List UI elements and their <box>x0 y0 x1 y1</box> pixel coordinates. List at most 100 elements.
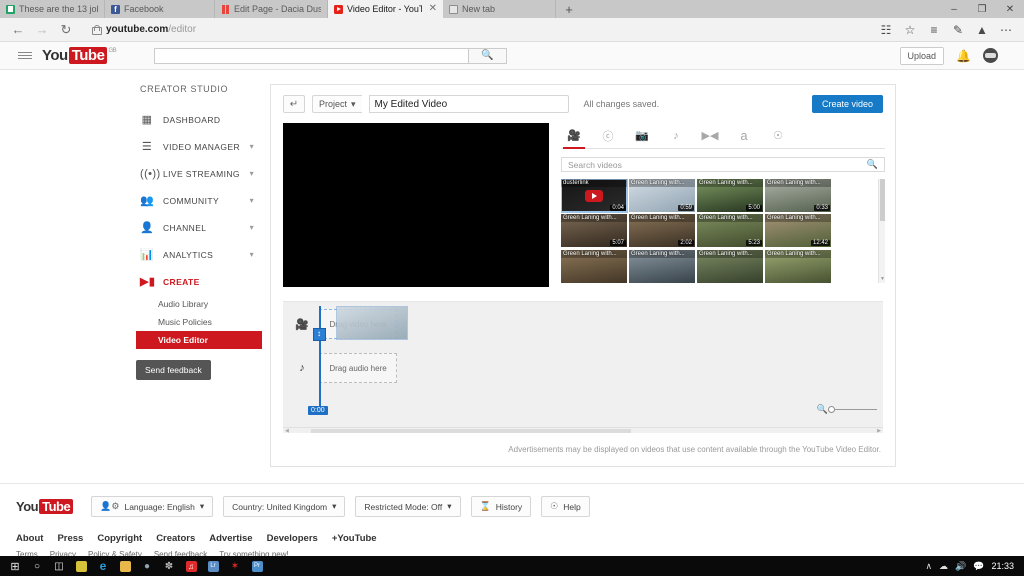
history-button[interactable]: ⌛ History <box>470 496 532 517</box>
sidebar-subitem-music-policies[interactable]: Music Policies <box>136 313 256 331</box>
minimize-button[interactable]: – <box>940 0 968 18</box>
thumbnail-item[interactable]: dusterlink 0:04 <box>561 179 628 213</box>
browser-tab-3-active[interactable]: Video Editor - YouTube ✕ <box>328 0 443 18</box>
premiere-icon[interactable]: Pr <box>246 556 268 576</box>
account-avatar[interactable] <box>983 48 998 63</box>
send-feedback-button[interactable]: Send feedback <box>136 360 211 380</box>
favorites-star-icon[interactable]: ☆ <box>898 19 922 41</box>
tray-chevron-icon[interactable]: ∧ <box>925 561 932 572</box>
refresh-icon[interactable]: ↻ <box>54 19 78 41</box>
tab-enhancements[interactable]: ☉ <box>765 123 791 148</box>
browser-tab-2[interactable]: Edit Page - Dacia Duster Exp <box>215 0 328 18</box>
tab-photos[interactable]: 📷 <box>629 123 655 148</box>
search-input[interactable] <box>154 47 470 64</box>
web-note-icon[interactable]: ✎ <box>946 19 970 41</box>
thumbnail-item[interactable]: Green Laning with... <box>765 249 831 283</box>
app-icon-7[interactable]: ✽ <box>158 556 180 576</box>
settings-more-icon[interactable]: ⋯ <box>994 19 1018 41</box>
window-close-button[interactable]: ✕ <box>996 0 1024 18</box>
timeline-playhead[interactable]: 0:00 <box>308 306 328 415</box>
video-preview-player[interactable] <box>283 123 549 287</box>
thumbnail-item[interactable]: Green Laning with... <box>629 249 695 283</box>
search-icon[interactable]: 🔍 <box>867 159 878 170</box>
browser-tab-4[interactable]: New tab <box>443 0 556 18</box>
address-bar[interactable]: youtube.com/editor <box>78 19 874 41</box>
sidebar-item-analytics[interactable]: 📊 ANALYTICS ▾ <box>136 241 256 268</box>
sidebar-item-video-manager[interactable]: ☰ VIDEO MANAGER chevron-down-icon ▾ <box>136 133 256 160</box>
upload-button[interactable]: Upload <box>899 46 945 65</box>
close-icon[interactable]: ✕ <box>426 4 437 14</box>
sidebar-item-create[interactable]: ▶▮ CREATE <box>136 268 256 295</box>
maximize-button[interactable]: ❐ <box>968 0 996 18</box>
footer-link-copyright[interactable]: Copyright <box>97 533 142 544</box>
playhead-handle[interactable] <box>313 328 326 341</box>
thumbnail-grid-scrollbar[interactable]: ▲ ▼ <box>878 179 885 283</box>
thumbnail-item[interactable]: Green Laning with... 0:33 <box>765 179 831 212</box>
timeline-horizontal-scrollbar[interactable]: ◀ ▶ <box>283 427 883 434</box>
footer-link-creators[interactable]: Creators <box>156 533 195 544</box>
media-search-input[interactable]: Search videos 🔍 <box>561 157 885 172</box>
timeline-audio-track[interactable]: ♪ Drag audio here <box>283 346 883 390</box>
notifications-bell-icon[interactable]: 🔔 <box>956 49 971 63</box>
language-selector-button[interactable]: 👤⚙ Language: English ▾ <box>91 496 214 517</box>
start-button[interactable]: ⊞ <box>4 556 26 576</box>
browser-tab-1[interactable]: f Facebook <box>105 0 215 18</box>
sidebar-subitem-audio-library[interactable]: Audio Library <box>136 295 256 313</box>
help-button[interactable]: ☉ Help <box>541 496 590 517</box>
volume-icon[interactable]: 🔊 <box>955 561 966 572</box>
youtube-logo[interactable]: You Tube GB <box>42 47 117 64</box>
tab-my-videos[interactable]: 🎥 <box>561 123 587 149</box>
share-icon[interactable]: ▲ <box>970 19 994 41</box>
footer-link-about[interactable]: About <box>16 533 43 544</box>
thumbnail-item[interactable]: Green Laning with... <box>561 249 627 283</box>
network-icon[interactable]: ☁ <box>939 561 948 572</box>
restricted-mode-button[interactable]: Restricted Mode: Off ▾ <box>355 496 461 517</box>
project-title-input[interactable]: My Edited Video <box>368 95 569 113</box>
footer-link-advertise[interactable]: Advertise <box>209 533 252 544</box>
scroll-left-arrow-icon[interactable]: ◀ <box>285 428 289 434</box>
footer-link-developers[interactable]: Developers <box>267 533 318 544</box>
file-explorer-icon[interactable] <box>114 556 136 576</box>
thumbnail-item[interactable]: Green Laning with... 2:02 <box>629 214 695 248</box>
sidebar-item-channel[interactable]: 👤 CHANNEL ▾ <box>136 214 256 241</box>
cortana-search-icon[interactable]: ○ <box>26 556 48 576</box>
edge-browser-icon[interactable]: e <box>92 556 114 576</box>
new-tab-button[interactable]: + <box>556 0 582 18</box>
create-video-button[interactable]: Create video <box>811 95 883 113</box>
reading-view-icon[interactable]: ☷ <box>874 19 898 41</box>
thumbnail-item[interactable]: Green Laning with... 5:07 <box>561 214 627 248</box>
footer-link-plus-youtube[interactable]: +YouTube <box>332 533 377 544</box>
sidebar-item-dashboard[interactable]: ▦ DASHBOARD <box>136 106 256 133</box>
browser-tab-0[interactable]: These are the 13 jobs in Lon <box>0 0 105 18</box>
sidebar-subitem-video-editor[interactable]: Video Editor <box>136 331 262 349</box>
scroll-down-arrow-icon[interactable]: ▼ <box>880 276 885 282</box>
task-view-icon[interactable]: ◫ <box>48 556 70 576</box>
sidebar-item-live-streaming[interactable]: ((•)) LIVE STREAMING ▾ <box>136 160 256 187</box>
timeline-zoom-control[interactable]: 🔍 <box>817 404 877 415</box>
hamburger-icon[interactable] <box>18 52 32 59</box>
audio-drop-zone[interactable]: Drag audio here <box>319 353 397 383</box>
zoom-slider-track[interactable] <box>828 405 877 413</box>
zoom-slider-handle[interactable] <box>828 405 835 413</box>
format-factory-icon[interactable]: ♫ <box>180 556 202 576</box>
dragging-video-clip[interactable]: Green Laning with... <box>337 307 407 339</box>
sticky-notes-icon[interactable] <box>70 556 92 576</box>
tab-text[interactable]: a <box>731 123 757 148</box>
thumbnail-item[interactable]: Green Laning with... <box>697 249 763 283</box>
clock-time[interactable]: 21:33 <box>991 561 1014 571</box>
footer-youtube-logo[interactable]: You Tube <box>16 499 74 514</box>
lightroom-icon[interactable]: Lr <box>202 556 224 576</box>
forward-icon[interactable]: → <box>30 19 54 41</box>
tab-creative-commons[interactable]: ⓒ <box>595 123 621 148</box>
action-center-icon[interactable]: 💬 <box>973 561 984 572</box>
thumbnail-item[interactable]: Green Laning with... 0:59 <box>629 179 695 212</box>
undo-arrow-icon[interactable]: ↵ <box>283 95 305 113</box>
country-selector-button[interactable]: Country: United Kingdom ▾ <box>223 496 346 517</box>
tab-transitions[interactable]: ▶◀ <box>697 123 723 148</box>
sidebar-item-community[interactable]: 👥 COMMUNITY ▾ <box>136 187 256 214</box>
thumbnail-item[interactable]: Green Laning with... 12:42 <box>765 214 831 248</box>
search-icon[interactable]: 🔍 <box>469 47 508 64</box>
scrollbar-thumb[interactable] <box>880 179 885 221</box>
footer-link-press[interactable]: Press <box>57 533 83 544</box>
tab-audio[interactable]: ♪ <box>663 123 689 148</box>
